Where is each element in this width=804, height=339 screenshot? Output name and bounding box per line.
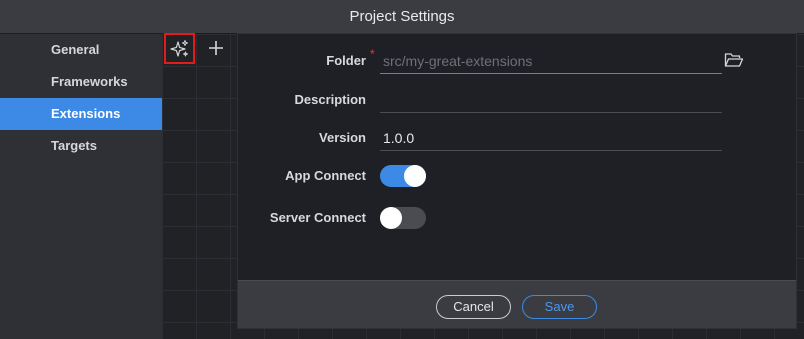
sidebar-item-frameworks[interactable]: Frameworks <box>0 66 162 98</box>
dialog-footer <box>238 280 796 328</box>
cancel-button[interactable]: Cancel <box>436 295 511 319</box>
app-connect-toggle[interactable] <box>380 165 426 187</box>
toggle-knob <box>380 207 402 229</box>
folder-label-text: Folder <box>326 53 366 68</box>
plus-icon <box>209 41 223 55</box>
app-connect-label: App Connect <box>285 168 366 183</box>
server-connect-label: Server Connect <box>270 210 366 225</box>
sidebar-item-targets[interactable]: Targets <box>0 130 162 162</box>
save-button[interactable]: Save <box>522 295 597 319</box>
server-connect-label-text: Server Connect <box>269 210 366 225</box>
generate-extension-button[interactable] <box>164 33 195 64</box>
folder-label: Folder <box>326 53 366 68</box>
app-connect-label-text: App Connect <box>285 168 366 183</box>
version-input[interactable] <box>380 125 722 151</box>
window-titlebar: Project Settings <box>0 0 804 34</box>
sidebar-item-extensions[interactable]: Extensions <box>0 98 162 130</box>
folder-open-icon[interactable] <box>724 51 744 69</box>
server-connect-toggle[interactable] <box>380 207 426 229</box>
required-marker: * <box>370 47 375 61</box>
description-input[interactable] <box>380 87 722 113</box>
toggle-knob <box>404 165 426 187</box>
version-label: Version <box>319 130 366 145</box>
folder-input[interactable] <box>380 48 722 74</box>
description-label: Description <box>294 92 366 107</box>
settings-sidebar: General Frameworks Extensions Targets <box>0 34 162 339</box>
version-label-text: Version <box>319 130 366 145</box>
add-extension-button[interactable] <box>204 35 228 61</box>
window-title: Project Settings <box>349 8 455 25</box>
sidebar-item-general[interactable]: General <box>0 34 162 66</box>
description-label-text: Description <box>294 92 366 107</box>
extension-dialog: Folder * Description Version App Connect… <box>237 33 797 329</box>
sparkles-icon <box>169 39 188 57</box>
